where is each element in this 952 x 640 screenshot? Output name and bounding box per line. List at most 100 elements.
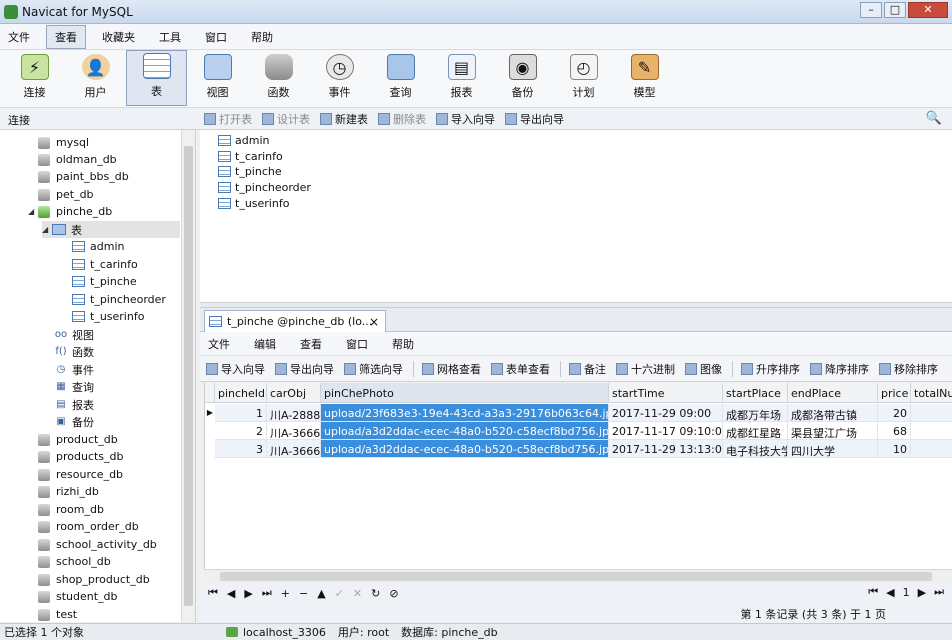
- grid-scrollbar-thumb[interactable]: [220, 572, 932, 581]
- object-table-admin[interactable]: admin: [218, 134, 269, 147]
- tree-table-t-userinfo[interactable]: t_userinfo: [72, 308, 144, 325]
- open-table-button[interactable]: 打开表: [204, 111, 252, 127]
- maximize-button[interactable]: □: [884, 2, 906, 18]
- sort-descending-button[interactable]: 降序排序: [810, 361, 869, 377]
- image-button[interactable]: 图像: [685, 361, 722, 377]
- object-table-t-userinfo[interactable]: t_userinfo: [218, 197, 289, 210]
- first-page-icon[interactable]: ⏮: [868, 585, 878, 599]
- grid-import-wizard-button[interactable]: 导入向导: [206, 361, 265, 377]
- remove-sort-button[interactable]: 移除排序: [879, 361, 938, 377]
- close-window-button[interactable]: ✕: [908, 2, 948, 18]
- table-menu-help[interactable]: 帮助: [392, 336, 414, 352]
- last-record-icon[interactable]: ⏭: [262, 586, 272, 600]
- cell-starttime[interactable]: 2017-11-29 13:13:00: [609, 440, 723, 458]
- tree-db-resource[interactable]: resource_db: [38, 466, 123, 483]
- design-table-button[interactable]: 设计表: [262, 111, 310, 127]
- add-record-icon[interactable]: +: [281, 587, 290, 600]
- tree-db-shop-product[interactable]: shop_product_db: [38, 571, 150, 588]
- cell-carobj[interactable]: 川A-3666: [267, 422, 321, 440]
- refresh-icon[interactable]: ↻: [371, 587, 380, 600]
- page-number[interactable]: 1: [903, 586, 910, 599]
- cell-pincheid[interactable]: 2: [215, 422, 267, 440]
- object-table-t-carinfo[interactable]: t_carinfo: [218, 150, 283, 163]
- tree-db-room[interactable]: room_db: [38, 501, 104, 518]
- object-table-t-pinche[interactable]: t_pinche: [218, 165, 282, 178]
- delete-table-button[interactable]: 删除表: [378, 111, 426, 127]
- toolbar-connection-button[interactable]: ⚡ 连接: [4, 50, 65, 106]
- tree-group-reports[interactable]: ▤ 报表: [54, 396, 94, 413]
- tree-db-test[interactable]: test: [38, 606, 77, 622]
- minimize-button[interactable]: –: [860, 2, 882, 18]
- menu-favorites[interactable]: 收藏夹: [94, 26, 143, 48]
- toolbar-view-button[interactable]: 视图: [187, 50, 248, 106]
- cell-pincheid[interactable]: 3: [215, 440, 267, 458]
- column-header-startplace[interactable]: startPlace: [723, 383, 788, 403]
- cell-pinchephoto[interactable]: upload/23f683e3-19e4-43cd-a3a3-29176b063…: [321, 404, 609, 422]
- tree-group-tables[interactable]: ◢ 表: [42, 221, 180, 238]
- toolbar-backup-button[interactable]: ◉ 备份: [492, 50, 553, 106]
- column-header-starttime[interactable]: startTime: [609, 383, 723, 403]
- tree-db-rizhi[interactable]: rizhi_db: [38, 483, 99, 500]
- cell-pinchephoto[interactable]: upload/a3d2ddac-ecec-48a0-b520-c58ecf8bd…: [321, 440, 609, 458]
- tab-t-pinche[interactable]: t_pinche @pinche_db (lo... ×: [204, 310, 386, 332]
- sort-ascending-button[interactable]: 升序排序: [741, 361, 800, 377]
- tree-table-admin[interactable]: admin: [72, 238, 124, 255]
- cell-totalnum[interactable]: [911, 440, 952, 458]
- toolbar-event-button[interactable]: ◷ 事件: [309, 50, 370, 106]
- previous-record-icon[interactable]: ◀: [227, 587, 235, 600]
- filter-wizard-button[interactable]: 筛选向导: [344, 361, 403, 377]
- cell-endplace[interactable]: 成都洛带古镇: [788, 404, 878, 422]
- cell-pinchephoto[interactable]: upload/a3d2ddac-ecec-48a0-b520-c58ecf8bd…: [321, 422, 609, 440]
- table-menu-window[interactable]: 窗口: [346, 336, 368, 352]
- cell-pincheid[interactable]: 1: [215, 404, 267, 422]
- menu-help[interactable]: 帮助: [243, 26, 281, 48]
- tree-group-queries[interactable]: ▦ 查询: [54, 378, 94, 395]
- next-record-icon[interactable]: ▶: [244, 587, 252, 600]
- tree-group-backups[interactable]: ▣ 备份: [54, 413, 94, 430]
- tree-group-functions[interactable]: f() 函数: [54, 343, 94, 360]
- column-header-price[interactable]: price: [878, 383, 911, 403]
- tree-scrollbar-thumb[interactable]: [184, 146, 193, 606]
- grid-horizontal-scrollbar[interactable]: [204, 569, 952, 583]
- tree-table-t-carinfo[interactable]: t_carinfo: [72, 256, 138, 273]
- apply-changes-icon[interactable]: ✓: [335, 587, 344, 600]
- cell-price[interactable]: 20: [878, 404, 911, 422]
- cell-price[interactable]: 10: [878, 440, 911, 458]
- cell-price[interactable]: 68: [878, 422, 911, 440]
- import-wizard-button[interactable]: 导入向导: [436, 111, 495, 127]
- table-menu-view[interactable]: 查看: [300, 336, 322, 352]
- edit-record-icon[interactable]: ▲: [317, 587, 325, 600]
- tree-db-products[interactable]: products_db: [38, 448, 124, 465]
- cell-totalnum[interactable]: [911, 422, 952, 440]
- delete-record-icon[interactable]: −: [299, 587, 308, 600]
- toolbar-schedule-button[interactable]: ◴ 计划: [553, 50, 614, 106]
- tree-db-student[interactable]: student_db: [38, 588, 118, 605]
- cell-startplace[interactable]: 成都万年场: [723, 404, 788, 422]
- cell-totalnum[interactable]: [911, 404, 952, 422]
- cell-startplace[interactable]: 成都红星路: [723, 422, 788, 440]
- tree-db-school[interactable]: school_db: [38, 553, 111, 570]
- column-header-carobj[interactable]: carObj: [267, 383, 321, 403]
- collapse-arrow-icon[interactable]: ◢: [42, 225, 52, 234]
- search-icon[interactable]: 🔍: [926, 111, 942, 126]
- toolbar-table-button[interactable]: 表: [126, 50, 187, 106]
- export-wizard-button[interactable]: 导出向导: [505, 111, 564, 127]
- menu-tools[interactable]: 工具: [151, 26, 189, 48]
- toolbar-query-button[interactable]: 查询: [370, 50, 431, 106]
- toolbar-report-button[interactable]: ▤ 报表: [431, 50, 492, 106]
- menu-view[interactable]: 查看: [46, 24, 86, 49]
- new-table-button[interactable]: 新建表: [320, 111, 368, 127]
- grid-view-button[interactable]: 网格查看: [422, 361, 481, 377]
- toolbar-user-button[interactable]: 👤 用户: [65, 50, 126, 106]
- menu-window[interactable]: 窗口: [197, 26, 235, 48]
- cell-starttime[interactable]: 2017-11-29 09:00: [609, 404, 723, 422]
- tree-table-t-pincheorder[interactable]: t_pincheorder: [72, 291, 166, 308]
- close-tab-icon[interactable]: ×: [369, 315, 379, 329]
- next-page-icon[interactable]: ▶: [918, 586, 926, 599]
- memo-button[interactable]: 备注: [569, 361, 606, 377]
- cell-carobj[interactable]: 川A-2888: [267, 404, 321, 422]
- tree-group-events[interactable]: ◷ 事件: [54, 361, 94, 378]
- tree-db-room-order[interactable]: room_order_db: [38, 518, 139, 535]
- cell-starttime[interactable]: 2017-11-17 09:10:00: [609, 422, 723, 440]
- stop-icon[interactable]: ⊘: [389, 587, 398, 600]
